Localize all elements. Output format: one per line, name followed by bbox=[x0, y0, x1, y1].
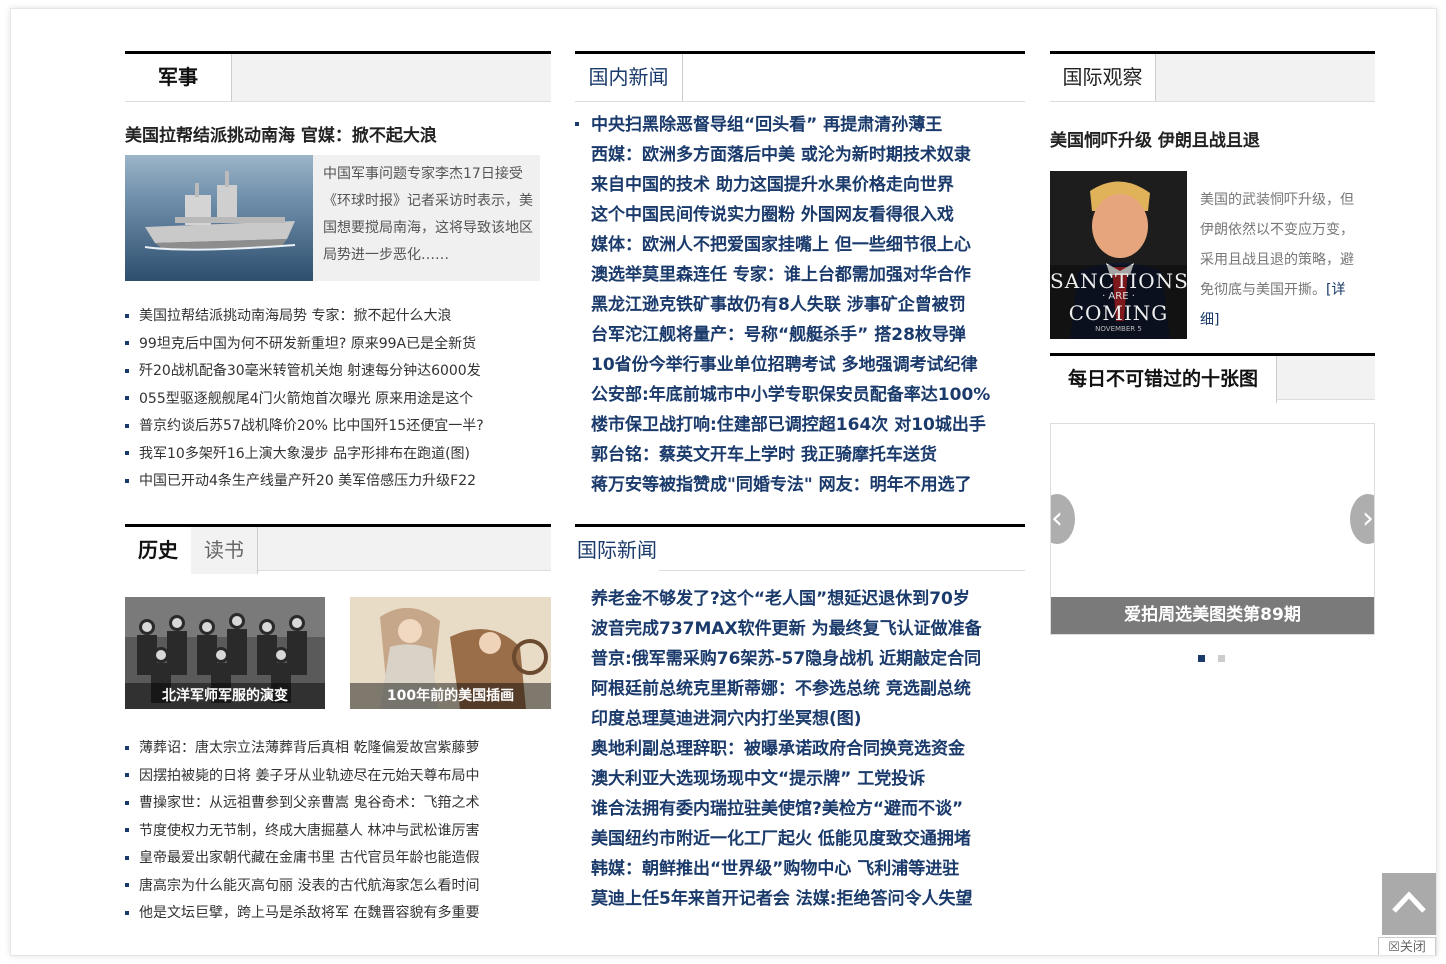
tab-domestic[interactable]: 国内新闻 bbox=[575, 54, 683, 101]
military-intro: 中国军事问题专家李杰17日接受《环球时报》记者采访时表示，美国想要搅局南海，这将… bbox=[313, 155, 540, 281]
slider-dot-active[interactable] bbox=[1198, 655, 1205, 662]
list-item[interactable]: 99坦克后中国为何不研发新重坦? 原来99A已是全新货 bbox=[125, 331, 551, 359]
warship-photo[interactable] bbox=[125, 155, 313, 281]
military-tabbar: 军事 bbox=[125, 51, 551, 102]
list-item[interactable]: 他是文坛巨擘，跨上马是杀敌将军 在魏晋容貌有多重要 bbox=[125, 900, 551, 928]
slider-dot[interactable] bbox=[1218, 655, 1225, 662]
domestic-news-list: 中央扫黑除恶督导组“回头看” 再提肃清孙薄王 西媒：欧洲多方面落后中美 或沦为新… bbox=[575, 110, 1025, 500]
gallery-slider[interactable]: ‹ › 爱拍周选美图类第89期 bbox=[1050, 423, 1375, 635]
list-item[interactable]: 中国已开动4条生产线量产歼20 美军倍感压力升级F22 bbox=[125, 468, 551, 496]
list-item[interactable]: 养老金不够发了?这个“老人国”想延迟退休到70岁 bbox=[575, 584, 1025, 614]
list-item[interactable]: 节度使权力无节制，终成大唐掘墓人 林冲与武松谁厉害 bbox=[125, 818, 551, 846]
domestic-tabbar: 国内新闻 bbox=[575, 51, 1025, 102]
list-item[interactable]: 公安部:年底前城市中小学专职保安员配备率达100% bbox=[575, 380, 1025, 410]
tab-history[interactable]: 历史 bbox=[125, 527, 192, 574]
gallery-caption: 爱拍周选美图类第89期 bbox=[1051, 597, 1374, 634]
list-item[interactable]: 楼市保卫战打响:住建部已调控超164次 对10城出手 bbox=[575, 410, 1025, 440]
observe-tabbar: 国际观察 bbox=[1050, 51, 1375, 102]
list-item[interactable]: 美国拉帮结派挑动南海局势 专家：掀不起什么大浪 bbox=[125, 303, 551, 331]
prev-arrow-icon[interactable]: ‹ bbox=[1051, 494, 1075, 544]
left-column: 军事 美国拉帮结派挑动南海 官媒：掀不起大浪 中国军事问题专家李杰17日接受《环… bbox=[125, 51, 551, 921]
history-list: 薄葬诏：唐太宗立法薄葬背后真相 乾隆偏爱故宫紫藤萝 因摆拍被毙的日将 姜子牙从业… bbox=[125, 735, 551, 928]
page-frame: 军事 美国拉帮结派挑动南海 官媒：掀不起大浪 中国军事问题专家李杰17日接受《环… bbox=[10, 8, 1437, 956]
history-tabbar: 历史 读书 bbox=[125, 524, 551, 574]
list-item[interactable]: 印度总理莫迪进洞穴内打坐冥想(图) bbox=[575, 704, 1025, 734]
list-item[interactable]: 因摆拍被毙的日将 姜子牙从业轨迹尽在元始天尊布局中 bbox=[125, 763, 551, 791]
observe-intro: 美国的武装恫吓升级，但伊朗依然以不变应万变，采用且战且退的策略，避免彻底与美国开… bbox=[1200, 185, 1356, 335]
list-item[interactable]: 波音完成737MAX软件更新 为最终复飞认证做准备 bbox=[575, 614, 1025, 644]
back-to-top-button[interactable] bbox=[1382, 873, 1436, 935]
list-item[interactable]: 谁合法拥有委内瑞拉驻美使馆?美检方“避而不谈” bbox=[575, 794, 1025, 824]
list-item[interactable]: 中央扫黑除恶督导组“回头看” 再提肃清孙薄王 bbox=[575, 110, 1025, 140]
trump-poster[interactable]: SANCTIONS · ARE · COMING NOVEMBER 5 bbox=[1050, 171, 1187, 339]
list-item[interactable]: 055型驱逐舰舰尾4门火箭炮首次曝光 原来用途是这个 bbox=[125, 386, 551, 414]
list-item[interactable]: 普京约谈后苏57战机降价20% 比中国歼15还便宜一半? bbox=[125, 413, 551, 441]
poster-text-3: COMING bbox=[1068, 301, 1169, 325]
list-item[interactable]: 媒体：欧洲人不把爱国家挂嘴上 但一些细节很上心 bbox=[575, 230, 1025, 260]
history-photo-2[interactable]: 100年前的美国插画 bbox=[350, 597, 551, 709]
international-tabbar: 国际新闻 bbox=[575, 524, 1025, 574]
tab-international[interactable]: 国际新闻 bbox=[575, 527, 659, 574]
list-item[interactable]: 唐高宗为什么能灭高句丽 没表的古代航海家怎么看时间 bbox=[125, 873, 551, 901]
list-item[interactable]: 韩媒：朝鲜推出“世界级”购物中心 飞利浦等进驻 bbox=[575, 854, 1025, 884]
list-item[interactable]: 台军沱江舰将量产：号称“舰艇杀手” 搭28枚导弹 bbox=[575, 320, 1025, 350]
list-item[interactable]: 澳选举莫里森连任 专家：谁上台都需加强对华合作 bbox=[575, 260, 1025, 290]
right-column: 国际观察 美国恫吓升级 伊朗且战且退 SANCTIONS · ARE · COM… bbox=[1050, 51, 1375, 662]
list-item[interactable]: 歼20战机配备30毫米转管机关炮 射速每分钟达6000发 bbox=[125, 358, 551, 386]
list-item[interactable]: 阿根廷前总统克里斯蒂娜：不参选总统 竞选副总统 bbox=[575, 674, 1025, 704]
tab-observe[interactable]: 国际观察 bbox=[1050, 54, 1156, 101]
list-item[interactable]: 莫迪上任5年来首开记者会 法媒:拒绝答问令人失望 bbox=[575, 884, 1025, 914]
military-headline[interactable]: 美国拉帮结派挑动南海 官媒：掀不起大浪 bbox=[125, 121, 437, 146]
middle-column: 国内新闻 中央扫黑除恶督导组“回头看” 再提肃清孙薄王 西媒：欧洲多方面落后中美… bbox=[575, 51, 1025, 909]
list-item[interactable]: 皇帝最爱出家朝代藏在金庸书里 古代官员年龄也能造假 bbox=[125, 845, 551, 873]
poster-text-4: NOVEMBER 5 bbox=[1095, 325, 1142, 333]
gallery-tabbar: 每日不可错过的十张图 bbox=[1050, 353, 1375, 403]
military-list: 美国拉帮结派挑动南海局势 专家：掀不起什么大浪 99坦克后中国为何不研发新重坦?… bbox=[125, 303, 551, 496]
next-arrow-icon[interactable]: › bbox=[1350, 494, 1374, 544]
list-item[interactable]: 奥地利副总理辞职：被曝承诺政府合同换竞选资金 bbox=[575, 734, 1025, 764]
international-news-list: 养老金不够发了?这个“老人国”想延迟退休到70岁 波音完成737MAX软件更新 … bbox=[575, 584, 1025, 914]
list-item[interactable]: 这个中国民间传说实力圈粉 外国网友看得很入戏 bbox=[575, 200, 1025, 230]
list-item[interactable]: 西媒：欧洲多方面落后中美 或沦为新时期技术奴隶 bbox=[575, 140, 1025, 170]
list-item[interactable]: 10省份今举行事业单位招聘考试 多地强调考试纪律 bbox=[575, 350, 1025, 380]
list-item[interactable]: 美国纽约市附近一化工厂起火 低能见度致交通拥堵 bbox=[575, 824, 1025, 854]
tab-gallery[interactable]: 每日不可错过的十张图 bbox=[1050, 356, 1277, 403]
observe-headline[interactable]: 美国恫吓升级 伊朗且战且退 bbox=[1050, 126, 1260, 151]
history-photo-1[interactable]: 北洋军师军服的演变 bbox=[125, 597, 325, 709]
photo-caption: 北洋军师军服的演变 bbox=[125, 683, 325, 709]
photo-caption: 100年前的美国插画 bbox=[350, 683, 551, 709]
list-item[interactable]: 澳大利亚大选现场现中文“提示牌” 工党投诉 bbox=[575, 764, 1025, 794]
list-item[interactable]: 我军10多架歼16上演大象漫步 品字形排布在跑道(图) bbox=[125, 441, 551, 469]
chevron-up-icon bbox=[1392, 891, 1426, 913]
list-item[interactable]: 郭台铭：蔡英文开车上学时 我正骑摩托车送货 bbox=[575, 440, 1025, 470]
list-item[interactable]: 曹操家世：从远祖曹参到父亲曹嵩 鬼谷奇术：飞箝之术 bbox=[125, 790, 551, 818]
list-item[interactable]: 薄葬诏：唐太宗立法薄葬背后真相 乾隆偏爱故宫紫藤萝 bbox=[125, 735, 551, 763]
poster-text-1: SANCTIONS bbox=[1050, 269, 1187, 293]
list-item[interactable]: 来自中国的技术 助力这国提升水果价格走向世界 bbox=[575, 170, 1025, 200]
list-item[interactable]: 普京:俄军需采购76架苏-57隐身战机 近期敲定合同 bbox=[575, 644, 1025, 674]
list-item[interactable]: 黑龙江逊克铁矿事故仍有8人失联 涉事矿企曾被罚 bbox=[575, 290, 1025, 320]
list-item[interactable]: 蒋万安等被指赞成"同婚专法" 网友：明年不用选了 bbox=[575, 470, 1025, 500]
tab-military[interactable]: 军事 bbox=[125, 54, 232, 101]
tab-reading[interactable]: 读书 bbox=[191, 527, 258, 574]
close-float-button[interactable]: ☒关闭 bbox=[1378, 937, 1436, 955]
